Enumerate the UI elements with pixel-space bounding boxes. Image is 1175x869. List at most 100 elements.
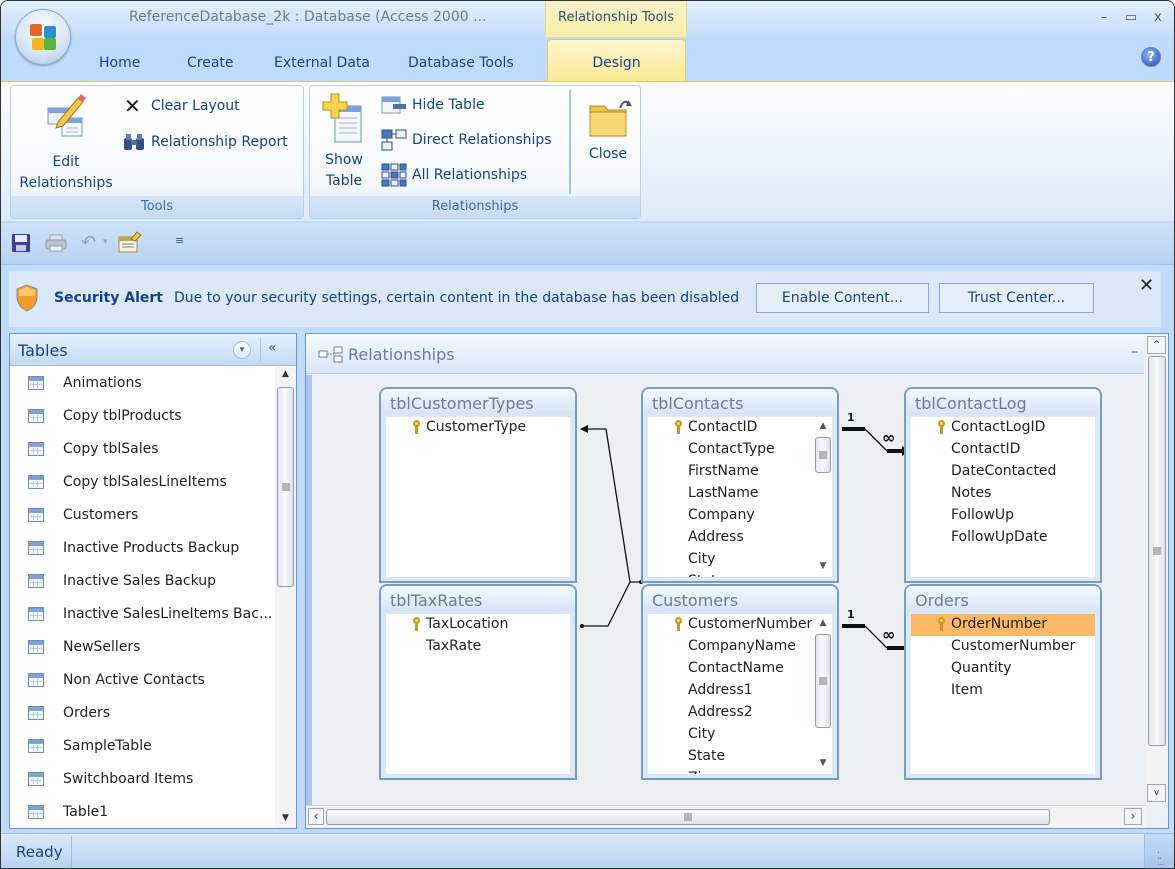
nav-pane-dropdown-icon[interactable]: ▾ (233, 341, 251, 359)
nav-item-table[interactable]: NewSellers (10, 631, 274, 664)
scroll-down-arrow-icon[interactable]: ▼ (275, 813, 296, 823)
field-item[interactable]: Zip (648, 768, 832, 774)
tab-database-tools[interactable]: Database Tools (408, 55, 514, 71)
trust-center-button[interactable]: Trust Center... (939, 283, 1094, 313)
field-list-scrollbar[interactable]: ▲ ▼ (814, 417, 832, 577)
nav-item-table[interactable]: Copy tblSales (10, 433, 274, 466)
field-item[interactable]: FollowUp (911, 505, 1095, 527)
print-icon[interactable] (45, 234, 67, 252)
field-item[interactable]: FirstName (648, 461, 832, 483)
field-item[interactable]: Quantity (911, 658, 1095, 680)
scroll-left-arrow-icon[interactable]: ‹ (308, 808, 324, 825)
field-item[interactable]: ContactType (648, 439, 832, 461)
field-item[interactable]: State (648, 571, 832, 577)
field-item[interactable]: ContactID (648, 417, 832, 439)
shutter-bar-collapse-icon[interactable]: « (268, 340, 277, 356)
minimize-button[interactable]: – (1096, 10, 1112, 25)
close-window-button[interactable]: x (1150, 10, 1166, 25)
direct-relationships-button[interactable]: Direct Relationships (381, 129, 552, 151)
scroll-down-arrow-icon[interactable]: ▼ (814, 758, 832, 768)
all-relationships-button[interactable]: All Relationships (381, 163, 527, 187)
field-list-title[interactable]: tblContactLog (906, 389, 1100, 415)
nav-item-table[interactable]: Copy tblProducts (10, 400, 274, 433)
field-list-title[interactable]: tblContacts (643, 389, 837, 415)
field-item[interactable]: State (648, 746, 832, 768)
document-tab[interactable]: Relationships – (306, 334, 1144, 374)
scroll-up-arrow-icon[interactable]: ▲ (275, 369, 296, 379)
field-item[interactable]: DateContacted (911, 461, 1095, 483)
field-item[interactable]: TaxLocation (386, 614, 570, 636)
field-item[interactable]: CompanyName (648, 636, 832, 658)
field-list-title[interactable]: tblTaxRates (381, 586, 575, 612)
field-item[interactable]: Company (648, 505, 832, 527)
nav-item-table[interactable]: Inactive Sales Backup (10, 565, 274, 598)
field-list-Orders[interactable]: Orders OrderNumber CustomerNumber Quanti… (904, 584, 1102, 780)
clear-layout-button[interactable]: ✕ Clear Layout (124, 95, 240, 117)
field-item[interactable]: TaxRate (386, 636, 570, 658)
nav-item-table[interactable]: Animations (10, 367, 274, 400)
document-scroll-thumb[interactable] (1148, 356, 1166, 746)
field-list-title[interactable]: tblCustomerTypes (381, 389, 575, 415)
field-item[interactable]: LastName (648, 483, 832, 505)
field-list-tblTaxRates[interactable]: tblTaxRates TaxLocation TaxRate (379, 584, 577, 780)
tab-external-data[interactable]: External Data (274, 55, 370, 71)
nav-item-table[interactable]: Inactive SalesLineItems Bac... (10, 598, 274, 631)
document-vertical-scrollbar[interactable]: ^ v (1146, 334, 1168, 805)
undo-icon[interactable]: ↶ (81, 232, 96, 253)
nav-item-table[interactable]: Table1 (10, 796, 274, 829)
undo-dropdown-icon[interactable]: ▾ (103, 237, 108, 247)
scroll-up-arrow-icon[interactable]: ▲ (814, 618, 832, 628)
field-item[interactable]: ContactName (648, 658, 832, 680)
nav-item-table[interactable]: Inactive Products Backup (10, 532, 274, 565)
properties-icon[interactable] (117, 231, 143, 253)
tab-home[interactable]: Home (99, 55, 140, 71)
edit-relationships-button[interactable]: Edit Relationships (16, 92, 116, 194)
field-list-title[interactable]: Customers (643, 586, 837, 612)
relationship-report-button[interactable]: Relationship Report (122, 131, 288, 153)
scroll-down-arrow-icon[interactable]: ▼ (814, 561, 832, 571)
save-icon[interactable] (11, 233, 31, 253)
tab-create[interactable]: Create (187, 55, 234, 71)
field-item[interactable]: City (648, 724, 832, 746)
office-button[interactable] (15, 9, 71, 65)
nav-scroll-thumb[interactable] (277, 387, 294, 587)
nav-item-table[interactable]: Switchboard Items (10, 763, 274, 796)
field-list-tblContacts[interactable]: tblContacts ContactID ContactType FirstN… (641, 387, 839, 583)
nav-pane-scrollbar[interactable]: ▲ ▼ (275, 367, 296, 828)
close-message-bar-icon[interactable]: ✕ (1139, 275, 1154, 296)
tab-design[interactable]: Design (547, 39, 686, 81)
field-list-scrollbar[interactable]: ▲ ▼ (814, 614, 832, 774)
field-list-scroll-thumb[interactable] (815, 634, 831, 728)
hide-table-button[interactable]: Hide Table (381, 94, 485, 116)
close-button[interactable]: Close (578, 94, 638, 165)
show-table-button[interactable]: Show Table (316, 92, 372, 192)
document-minimize-button[interactable]: – (1131, 344, 1138, 360)
customize-qat-icon[interactable]: ≡ (175, 234, 184, 247)
field-item[interactable]: CustomerNumber (911, 636, 1095, 658)
field-list-scroll-thumb[interactable] (815, 437, 831, 473)
field-item[interactable]: CustomerType (386, 417, 570, 439)
field-list-tblContactLog[interactable]: tblContactLog ContactLogID ContactID Dat… (904, 387, 1102, 583)
field-item[interactable]: Address1 (648, 680, 832, 702)
enable-content-button[interactable]: Enable Content... (756, 283, 929, 313)
nav-item-table[interactable]: Non Active Contacts (10, 664, 274, 697)
field-list-Customers[interactable]: Customers CustomerNumber CompanyName Con… (641, 584, 839, 780)
nav-item-table[interactable]: SampleTable (10, 730, 274, 763)
field-item[interactable]: FollowUpDate (911, 527, 1095, 549)
document-horizontal-scrollbar[interactable]: ‹ › (306, 805, 1146, 828)
nav-item-table[interactable]: Orders (10, 697, 274, 730)
field-item[interactable]: ContactLogID (911, 417, 1095, 439)
field-item[interactable]: Address (648, 527, 832, 549)
field-item-selected[interactable]: OrderNumber (911, 614, 1095, 636)
nav-item-table[interactable]: Copy tblSalesLineItems (10, 466, 274, 499)
maximize-button[interactable]: ▭ (1123, 10, 1139, 25)
relationships-canvas[interactable]: 1 ∞ 1 ∞ tblCustomerTypes CustomerType tb… (306, 375, 1146, 805)
document-hscroll-thumb[interactable] (326, 809, 1050, 825)
scroll-up-arrow-icon[interactable]: ^ (1147, 336, 1166, 354)
field-item[interactable]: CustomerNumber (648, 614, 832, 636)
field-item[interactable]: Address2 (648, 702, 832, 724)
help-icon[interactable]: ? (1141, 47, 1161, 67)
resize-grip-icon[interactable]: ...... (1144, 834, 1174, 868)
scroll-up-arrow-icon[interactable]: ▲ (814, 421, 832, 431)
field-list-title[interactable]: Orders (906, 586, 1100, 612)
